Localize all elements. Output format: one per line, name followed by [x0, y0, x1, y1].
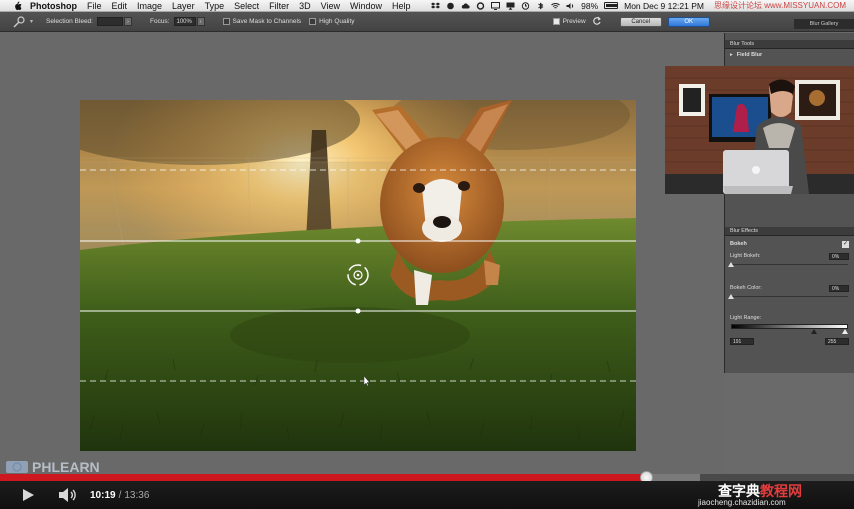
menu-edit[interactable]: Edit [112, 1, 128, 11]
phlearn-watermark: PHLEARN [6, 458, 136, 475]
creative-cloud-icon[interactable] [476, 1, 485, 10]
light-range-label: Light Range: [730, 315, 762, 321]
menu-filter[interactable]: Filter [269, 1, 289, 11]
light-range-high-handle[interactable] [842, 329, 848, 334]
selection-bleed-field[interactable] [96, 17, 123, 26]
menu-file[interactable]: File [87, 1, 102, 11]
site-watermark-url: jiaocheng.chazidian.com [698, 498, 786, 507]
menu-3d[interactable]: 3D [299, 1, 311, 11]
field-blur-row[interactable]: ▸ Field Blur [725, 49, 854, 61]
light-bokeh-field[interactable]: 0% [829, 252, 849, 260]
light-range-row: Light Range: [725, 312, 854, 324]
video-progress-bar[interactable] [0, 471, 854, 484]
time-machine-icon[interactable] [521, 1, 530, 10]
selection-bleed-label: Selection Bleed: [46, 18, 93, 25]
field-blur-label: Field Blur [736, 52, 763, 58]
mac-menu-bar: Photoshop File Edit Image Layer Type Sel… [0, 0, 854, 12]
screen: Photoshop File Edit Image Layer Type Sel… [0, 0, 854, 509]
duration: 13:36 [124, 489, 150, 501]
save-mask-checkbox[interactable] [222, 18, 230, 25]
high-quality-checkbox[interactable] [309, 18, 317, 25]
site-watermark: 查字典教程网 jiaocheng.chazidian.com [696, 481, 846, 509]
play-icon[interactable] [20, 487, 36, 503]
phlearn-text: PHLEARN [32, 459, 100, 474]
dropbox-icon[interactable] [431, 2, 441, 10]
menu-app-name[interactable]: Photoshop [30, 1, 77, 11]
apple-icon[interactable] [12, 0, 22, 11]
save-mask-label: Save Mask to Channels [232, 18, 302, 25]
tool-preset-dropdown[interactable]: ▾ [30, 18, 40, 25]
blur-effects-title[interactable]: Blur Effects [725, 227, 854, 236]
bokeh-label: Bokeh [730, 241, 747, 247]
light-bokeh-slider[interactable] [728, 262, 848, 268]
light-bokeh-row: Light Bokeh: 0% [725, 250, 854, 262]
webcam-overlay [665, 66, 854, 194]
bluetooth-icon[interactable] [536, 2, 545, 10]
presenter-video [665, 66, 854, 194]
volume-icon[interactable] [58, 487, 78, 503]
menu-type[interactable]: Type [205, 1, 225, 11]
played-bar [0, 474, 647, 481]
focus-label: Focus: [149, 18, 170, 25]
blur-gallery-tab[interactable]: Blur Gallery [794, 19, 854, 29]
expand-arrow-icon[interactable]: ▸ [730, 52, 733, 58]
light-range-high-field[interactable]: 255 [825, 337, 849, 345]
bokeh-color-slider[interactable] [728, 294, 848, 300]
bokeh-checkbox[interactable]: ✓ [842, 240, 849, 248]
cancel-button[interactable]: Cancel [619, 16, 662, 27]
light-range-low-handle[interactable] [810, 329, 817, 334]
selection-bleed-stepper[interactable]: › [123, 17, 132, 26]
menu-view[interactable]: View [321, 1, 340, 11]
menu-clock[interactable]: Mon Dec 9 12:21 PM [624, 1, 704, 11]
time-separator: / [118, 489, 122, 501]
volume-icon[interactable] [566, 2, 575, 10]
light-bokeh-label: Light Bokeh: [730, 253, 761, 259]
menu-layer[interactable]: Layer [172, 1, 195, 11]
menu-help[interactable]: Help [392, 1, 411, 11]
current-time: 10:19 [90, 489, 116, 501]
reset-pins-icon[interactable] [592, 16, 602, 28]
light-range-low-field[interactable]: 191 [730, 337, 754, 345]
battery-percent: 98% [581, 0, 599, 11]
airplay-icon[interactable] [506, 2, 515, 10]
light-range-values: 191 255 [725, 335, 854, 347]
preview-label: Preview [562, 18, 586, 25]
ok-button[interactable]: OK [667, 16, 710, 27]
pin-tool-icon[interactable] [8, 14, 30, 30]
wifi-icon[interactable] [551, 2, 560, 10]
light-bokeh-thumb[interactable] [728, 262, 734, 267]
corgi-photo [80, 100, 636, 451]
menu-window[interactable]: Window [350, 1, 382, 11]
bokeh-color-field[interactable]: 0% [829, 284, 849, 292]
bokeh-color-label: Bokeh Color: [730, 285, 762, 291]
evernote-icon[interactable] [446, 2, 455, 10]
blur-tools-title[interactable]: Blur Tools [725, 40, 854, 49]
focus-field[interactable]: 100% [173, 17, 196, 26]
focus-stepper[interactable]: › [196, 17, 205, 26]
light-range-handles[interactable] [731, 329, 848, 335]
document-canvas[interactable] [80, 100, 636, 451]
menu-extras: 98% Mon Dec 9 12:21 PM 思缘设计论坛 www.MISSYU… [431, 0, 854, 11]
bokeh-color-thumb[interactable] [728, 294, 734, 299]
cloud-icon[interactable] [461, 2, 470, 10]
menu-image[interactable]: Image [137, 1, 162, 11]
preview-checkbox[interactable] [552, 18, 560, 25]
bokeh-row: Bokeh ✓ [725, 238, 854, 250]
options-bar: ▾ Selection Bleed: › Focus: 100% › Save … [0, 12, 854, 32]
high-quality-label: High Quality [319, 18, 355, 25]
screen-share-icon[interactable] [491, 1, 501, 10]
bokeh-color-row: Bokeh Color: 0% [725, 282, 854, 294]
corner-watermark: 思缘设计论坛 www.MISSYUAN.COM [713, 1, 846, 10]
battery-icon[interactable] [604, 2, 619, 9]
menu-select[interactable]: Select [234, 1, 259, 11]
